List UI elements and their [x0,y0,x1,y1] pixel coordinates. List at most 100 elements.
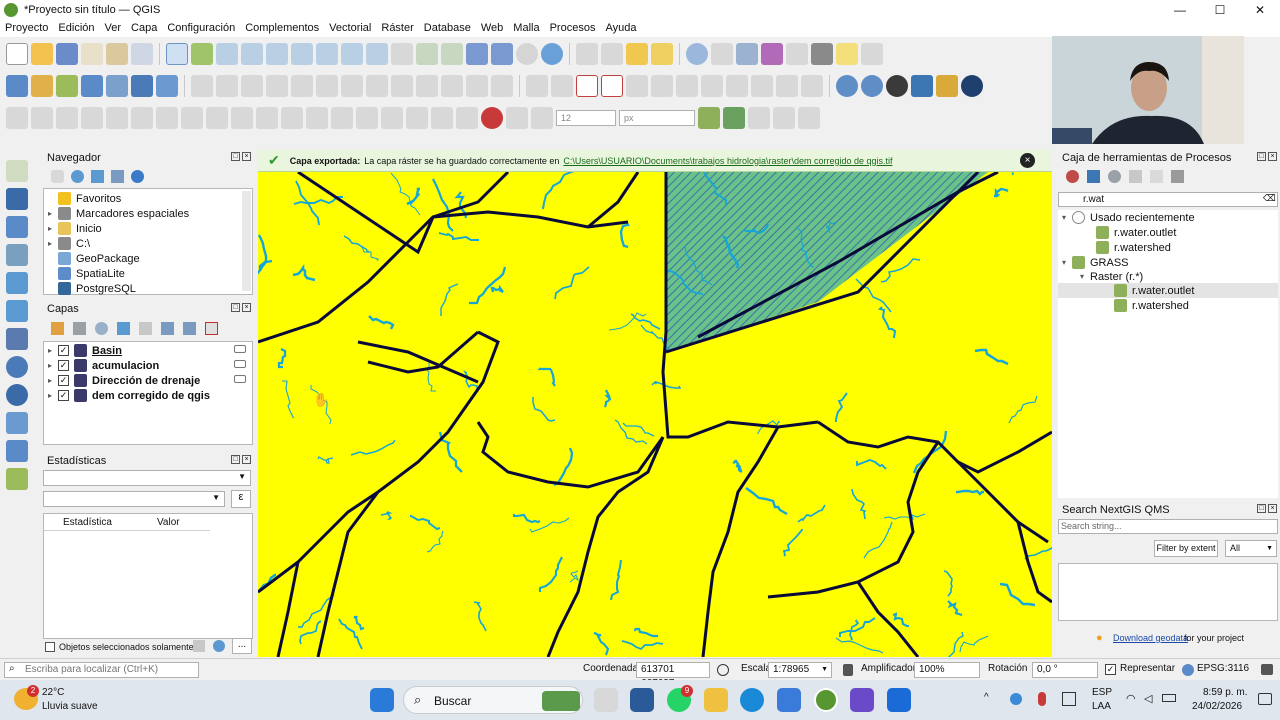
add-part-icon[interactable] [131,107,153,129]
algorithm-water-outlet-grass[interactable]: r.water.outlet [1114,283,1194,298]
snapping-tolerance-input[interactable]: 12 [556,110,616,126]
avoid-overlap-icon[interactable] [798,107,820,129]
models-icon[interactable] [1066,170,1079,183]
clock-date[interactable]: 24/02/2026 [1192,701,1242,712]
menu-vectorial[interactable]: Vectorial [324,20,376,37]
undock-icon[interactable]: □ [1257,152,1266,161]
rotation-field[interactable]: 0,0 ° [1032,662,1098,678]
messages-icon[interactable] [1261,664,1273,675]
zoom-in-icon[interactable] [216,43,238,65]
expand-arrow-icon[interactable]: ▸ [48,346,58,355]
delete-selected-icon[interactable] [366,75,388,97]
download-geodata-link[interactable]: Download geodata [1113,633,1188,643]
add-wms-icon[interactable] [6,356,28,378]
battery-icon[interactable] [1162,694,1176,702]
select-features-icon[interactable] [576,43,598,65]
label-extra-icon[interactable] [801,75,823,97]
zoom-full-icon[interactable] [266,43,288,65]
undock-icon[interactable]: □ [231,303,240,312]
nav-item-postgresql[interactable]: PostgreSQL [48,281,136,296]
show-hide-labels-icon[interactable] [726,75,748,97]
maximize-button[interactable]: ☐ [1200,0,1240,20]
layer-item-acumulacion[interactable]: ▸ ✓ acumulacion [48,358,159,373]
nav-item-favoritos[interactable]: Favoritos [48,191,121,206]
label-pin-icon[interactable] [551,75,573,97]
open-project-icon[interactable] [31,43,53,65]
toggle-extents-icon[interactable] [717,664,729,676]
copy-features-icon[interactable] [416,75,438,97]
undock-icon[interactable]: □ [231,152,240,161]
wifi-icon[interactable]: ◠ [1126,692,1136,705]
navigator-scrollbar[interactable] [242,191,251,291]
filter-expression-icon[interactable] [139,322,152,335]
menu-edicion[interactable]: Edición [53,20,99,37]
expand-arrow-icon[interactable]: ▸ [48,209,58,218]
results-icon[interactable] [1129,170,1142,183]
rotate-label-icon[interactable] [676,75,698,97]
add-wfs-icon[interactable] [6,384,28,406]
digitize-icon[interactable] [266,75,288,97]
keyboard-layout[interactable]: LAA [1092,701,1111,712]
options-wrench-icon[interactable] [1171,170,1184,183]
save-edits-icon[interactable] [241,75,263,97]
expand-arrow-icon[interactable]: ▸ [48,376,58,385]
add-delimited-icon[interactable] [6,244,28,266]
scale-field[interactable]: 1:78965 ▼ [768,662,832,678]
rotate-symbols-icon[interactable] [431,107,453,129]
map-canvas[interactable]: ✋ [258,172,1052,657]
clear-search-icon[interactable]: ⌫ [1263,193,1276,204]
vertex-tool-icon[interactable] [316,75,338,97]
rotate-feature-icon[interactable] [56,107,78,129]
undock-icon[interactable]: □ [231,455,240,464]
new-project-icon[interactable] [6,43,28,65]
menu-ver[interactable]: Ver [100,20,127,37]
group-grass[interactable]: ▾ GRASS [1062,255,1129,270]
locator-input[interactable]: Escriba para localizar (Ctrl+K) [4,662,199,678]
pan-hand-icon[interactable] [166,43,188,65]
snapping-type-icon[interactable] [506,107,528,129]
group-raster[interactable]: ▾ Raster (r.*) [1080,269,1143,284]
expand-arrow-icon[interactable]: ▾ [1080,272,1090,281]
microphone-icon[interactable] [1038,692,1046,706]
clock-time[interactable]: 8:59 p. m. [1203,687,1247,698]
add-wms-layer-icon[interactable] [106,75,128,97]
reverse-line-icon[interactable] [281,107,303,129]
expand-arrow-icon[interactable]: ▸ [48,391,58,400]
new-3d-view-icon[interactable] [441,43,463,65]
manage-visibility-icon[interactable] [95,322,108,335]
tray-chevron-icon[interactable]: ^ [984,692,989,703]
exported-path-link[interactable]: C:\Users\USUARIO\Documents\trabajos hidr… [563,156,892,166]
menu-ayuda[interactable]: Ayuda [600,20,641,37]
menu-database[interactable]: Database [419,20,476,37]
zoom-out-icon[interactable] [241,43,263,65]
split-features-icon[interactable] [331,107,353,129]
render-checkbox[interactable]: ✓ [1105,664,1116,675]
collapse-all-icon[interactable] [111,170,124,183]
global-plugin-icon[interactable] [836,75,858,97]
nav-item-c-drive[interactable]: ▸ C:\ [48,236,90,251]
self-snapping-icon[interactable] [748,107,770,129]
minimize-button[interactable]: — [1160,0,1200,20]
language-code[interactable]: ESP [1092,687,1112,698]
nav-item-spatialite[interactable]: SpatiaLite [48,266,125,281]
edit-in-place-icon[interactable] [1150,170,1163,183]
layer-combo[interactable]: ▼ [43,470,251,486]
snapping-intersection-icon[interactable] [723,107,745,129]
label-toolbar-icon[interactable] [601,75,623,97]
new-geopackage-layer-icon[interactable] [31,75,53,97]
field-combo[interactable]: ▼ [43,491,225,507]
group-recent[interactable]: ▾ Usado recientemente [1062,210,1195,225]
undock-icon[interactable]: □ [1257,504,1266,513]
add-virtual-layer-icon[interactable] [6,328,28,350]
tray-app-icon[interactable] [1062,692,1076,706]
menu-complementos[interactable]: Complementos [240,20,324,37]
explorer-widget-icon[interactable] [630,688,654,712]
info-icon[interactable] [131,170,144,183]
lock-scale-icon[interactable] [843,664,853,676]
pan-to-selection-icon[interactable] [191,43,213,65]
menu-procesos[interactable]: Procesos [545,20,601,37]
app-purple-icon[interactable] [850,688,874,712]
topology-icon[interactable] [698,107,720,129]
close-panel-icon[interactable]: × [242,455,251,464]
layer-visibility-checkbox[interactable]: ✓ [58,345,69,356]
